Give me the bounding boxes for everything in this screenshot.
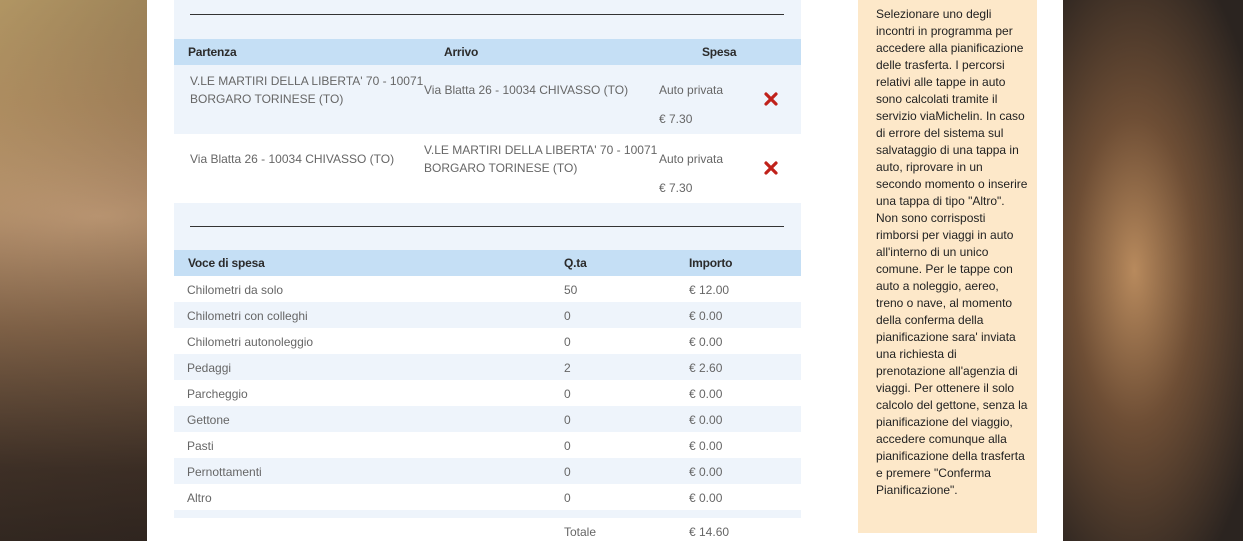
expense-item: Chilometri da solo — [187, 283, 284, 297]
expense-item: Pasti — [187, 439, 214, 453]
expense-amount: € 0.00 — [689, 491, 723, 505]
background-right — [1062, 0, 1243, 541]
delete-trip-button[interactable] — [764, 92, 778, 106]
trip-arrival: Via Blatta 26 - 10034 CHIVASSO (TO) — [424, 83, 629, 97]
background-left — [0, 0, 170, 541]
trip-departure: Via Blatta 26 - 10034 CHIVASSO (TO) — [190, 152, 395, 166]
expense-item: Gettone — [187, 413, 230, 427]
trip-departure: V.LE MARTIRI DELLA LIBERTA' 70 - 10071 B… — [190, 74, 424, 106]
trip-amount: € 7.30 — [659, 181, 693, 195]
expense-qty: 0 — [564, 387, 571, 401]
expense-qty: 0 — [564, 439, 571, 453]
expense-qty: 0 — [564, 465, 571, 479]
expense-qty: 0 — [564, 491, 571, 505]
expense-amount: € 2.60 — [689, 361, 723, 375]
expenses-table-header: Voce di spesa Q.ta Importo — [174, 250, 801, 276]
help-sidebar: Selezionare uno degli incontri in progra… — [858, 0, 1037, 533]
trip-mode: Auto privata — [659, 152, 724, 166]
expense-amount: € 0.00 — [689, 387, 723, 401]
divider-middle — [190, 226, 784, 227]
expense-item: Chilometri autonoleggio — [187, 335, 314, 349]
expense-qty: 0 — [564, 413, 571, 427]
expense-row: Chilometri da solo 50 € 12.00 — [174, 276, 801, 302]
expense-amount: € 0.00 — [689, 413, 723, 427]
expense-row: Pedaggi 2 € 2.60 — [174, 354, 801, 380]
help-text: Selezionare uno degli incontri in progra… — [876, 7, 1028, 497]
trips-table-header: Partenza Arrivo Spesa — [174, 39, 801, 65]
expense-row: Chilometri autonoleggio 0 € 0.00 — [174, 328, 801, 354]
total-label: Totale — [564, 525, 597, 539]
expense-amount: € 0.00 — [689, 439, 723, 453]
expense-amount: € 12.00 — [689, 283, 730, 297]
expense-amount: € 0.00 — [689, 465, 723, 479]
trip-row: V.LE MARTIRI DELLA LIBERTA' 70 - 10071 B… — [174, 65, 801, 134]
expense-row: Altro 0 € 0.00 — [174, 484, 801, 510]
header-qty: Q.ta — [564, 256, 587, 270]
expense-row: Chilometri con colleghi 0 € 0.00 — [174, 302, 801, 328]
expense-row: Gettone 0 € 0.00 — [174, 406, 801, 432]
expense-row: Pernottamenti 0 € 0.00 — [174, 458, 801, 484]
expense-total-row: Totale € 14.60 — [174, 518, 801, 541]
expense-qty: 0 — [564, 309, 571, 323]
delete-trip-button[interactable] — [764, 161, 778, 175]
expense-item: Altro — [187, 491, 212, 505]
header-amount: Importo — [689, 256, 733, 270]
total-amount: € 14.60 — [689, 525, 730, 539]
expense-qty: 50 — [564, 283, 578, 297]
expense-qty: 2 — [564, 361, 571, 375]
header-item: Voce di spesa — [188, 256, 265, 270]
trip-arrival: V.LE MARTIRI DELLA LIBERTA' 70 - 10071 B… — [424, 143, 658, 175]
expense-item: Pernottamenti — [187, 465, 262, 479]
red-x-icon — [764, 161, 778, 175]
expense-row: Pasti 0 € 0.00 — [174, 432, 801, 458]
trip-mode: Auto privata — [659, 83, 724, 97]
header-departure: Partenza — [188, 45, 237, 59]
expense-amount: € 0.00 — [689, 309, 723, 323]
expense-qty: 0 — [564, 335, 571, 349]
expense-amount: € 0.00 — [689, 335, 723, 349]
expense-row: Parcheggio 0 € 0.00 — [174, 380, 801, 406]
expense-item: Chilometri con colleghi — [187, 309, 308, 323]
expense-item: Pedaggi — [187, 361, 232, 375]
header-arrival: Arrivo — [444, 45, 479, 59]
trip-amount: € 7.30 — [659, 112, 693, 126]
trip-row: Via Blatta 26 - 10034 CHIVASSO (TO) V.LE… — [174, 134, 801, 203]
expense-item: Parcheggio — [187, 387, 248, 401]
header-cost: Spesa — [702, 45, 737, 59]
divider-top — [190, 14, 784, 15]
red-x-icon — [764, 92, 778, 106]
